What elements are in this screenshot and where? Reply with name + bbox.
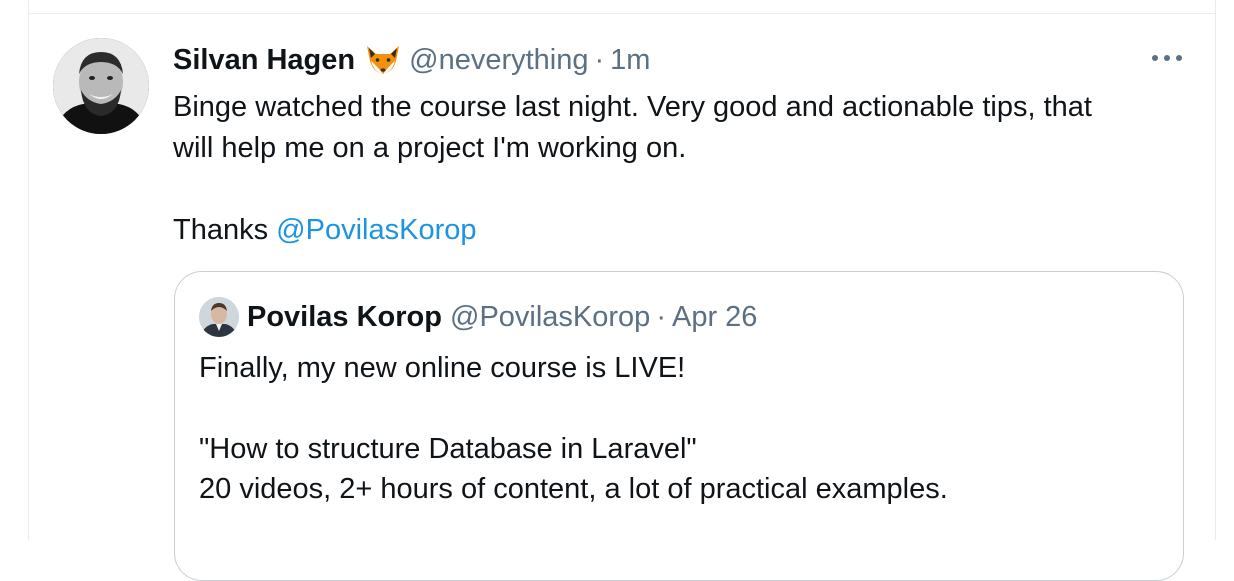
top-divider	[29, 13, 1215, 14]
quoted-tweet-body: Finally, my new online course is LIVE! "…	[199, 348, 1159, 509]
author-name[interactable]: Silvan Hagen	[173, 44, 355, 77]
tweet-body: Binge watched the course last night. Ver…	[173, 87, 1183, 251]
author-avatar[interactable]	[53, 38, 149, 134]
tweet-header: Silvan Hagen @neverything · 1m	[173, 40, 650, 80]
quoted-tweet-date[interactable]: Apr 26	[672, 301, 757, 334]
fox-face-icon	[365, 44, 401, 76]
quoted-header-separator: ·	[656, 300, 666, 333]
tweet-container: Silvan Hagen @neverything · 1m Binge wat…	[28, 0, 1216, 581]
mention-link[interactable]: @PovilasKorop	[276, 214, 476, 246]
quoted-body-line: Finally, my new online course is LIVE!	[199, 352, 686, 384]
quoted-tweet-card[interactable]: Povilas Korop @PovilasKorop · Apr 26 Fin…	[174, 271, 1184, 581]
tweet-body-line: will help me on a project I'm working on…	[173, 132, 687, 164]
quoted-author-avatar[interactable]	[199, 297, 239, 337]
author-handle[interactable]: @neverything	[409, 44, 588, 77]
thanks-text: Thanks	[173, 214, 277, 246]
quoted-author-handle[interactable]: @PovilasKorop	[450, 301, 650, 334]
tweet-body-line: Binge watched the course last night. Ver…	[173, 91, 1092, 123]
quoted-author-name[interactable]: Povilas Korop	[247, 301, 442, 334]
more-options-button[interactable]	[1145, 44, 1189, 72]
quoted-body-line: "How to structure Database in Laravel"	[199, 433, 697, 465]
more-dots-icon	[1152, 55, 1182, 61]
tweet-timestamp[interactable]: 1m	[610, 44, 650, 77]
quoted-tweet-header: Povilas Korop @PovilasKorop · Apr 26	[199, 296, 757, 338]
header-separator: ·	[594, 43, 605, 76]
tweet-body-thanks-line: Thanks @PovilasKorop	[173, 210, 1183, 251]
tweet-body-spacer	[173, 169, 1183, 210]
quoted-body-spacer	[199, 388, 1159, 429]
quoted-body-line: 20 videos, 2+ hours of content, a lot of…	[199, 473, 948, 505]
